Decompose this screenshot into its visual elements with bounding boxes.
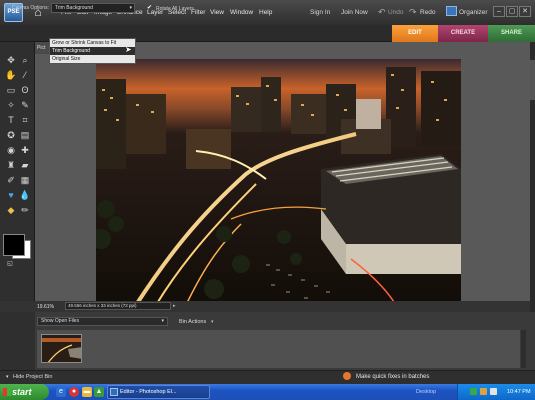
redo-icon[interactable]: ↷ <box>409 7 417 18</box>
chevron-down-icon: ▾ <box>211 319 214 325</box>
minimize-button[interactable]: – <box>493 6 505 17</box>
healing-brush-tool-icon[interactable]: ✚ <box>18 143 32 157</box>
crop-tool-icon[interactable]: ⌗ <box>18 113 32 127</box>
marquee-tool-icon[interactable]: ▭ <box>4 83 18 97</box>
menu-window[interactable]: Window <box>230 9 253 16</box>
rotate-all-layers-checkbox[interactable]: ✔ <box>147 5 154 12</box>
cookie-cutter-tool-icon[interactable]: ✪ <box>4 128 18 142</box>
document-size-info: 49.556 inches x 33 inches (72 ppi) <box>65 302 171 310</box>
sign-in-link[interactable]: Sign In <box>310 9 330 16</box>
dropdown-option-original-size[interactable]: Original Size <box>50 55 135 63</box>
bottom-bar <box>0 370 535 384</box>
zoom-tool-icon[interactable]: ⌕ <box>18 53 32 67</box>
quick-fix-icon <box>343 372 351 380</box>
chevron-right-icon[interactable]: ▸ <box>173 303 176 309</box>
blur-tool-icon[interactable]: 💧 <box>18 188 32 202</box>
project-bin-area <box>37 330 520 368</box>
ie-icon[interactable]: e <box>56 387 66 397</box>
canvas-options-label: Canvas Options: <box>12 5 49 11</box>
chevron-down-icon[interactable]: ▾ <box>6 374 9 380</box>
document-window: Pict <box>35 42 530 312</box>
quick-selection-tool-icon[interactable]: ✎ <box>18 98 32 112</box>
swap-colors-icon[interactable]: ◱ <box>3 257 17 271</box>
photoshop-icon <box>110 388 118 396</box>
hide-project-bin-button[interactable]: Hide Project Bin <box>13 374 52 380</box>
scroll-thumb[interactable] <box>530 60 535 100</box>
mouse-cursor-icon: ➤ <box>125 45 132 54</box>
magic-wand-tool-icon[interactable]: ✧ <box>4 98 18 112</box>
zoom-level[interactable]: 19.61% <box>37 304 54 310</box>
desktop-toolbar[interactable]: Desktop <box>416 389 436 395</box>
tab-create[interactable]: CREATE <box>438 25 488 42</box>
menu-view[interactable]: View <box>210 9 224 16</box>
move-tool-icon[interactable]: ✥ <box>4 53 18 67</box>
lasso-tool-icon[interactable]: ʘ <box>18 83 32 97</box>
eyedropper-tool-icon[interactable]: ⁄ <box>18 68 32 82</box>
shape-tool-icon[interactable]: ♥ <box>4 188 18 202</box>
volume-icon[interactable] <box>490 388 497 395</box>
tray-icon-1[interactable] <box>470 388 477 395</box>
straighten-tool-icon[interactable]: ▤ <box>18 128 32 142</box>
brush-tool-icon[interactable]: ✐ <box>4 173 18 187</box>
taskbar-item-editor[interactable]: Editor - Photoshop El... <box>107 385 210 399</box>
rotate-all-layers-label: Rotate All Layers <box>156 6 194 12</box>
bin-actions-button[interactable]: Bin Actions <box>179 319 206 325</box>
restore-button[interactable]: ▢ <box>506 6 518 17</box>
dropdown-option-trim-background[interactable]: Trim Background <box>50 47 135 55</box>
organizer-button[interactable]: Organizer <box>459 9 488 16</box>
tab-edit[interactable]: EDIT <box>392 25 438 42</box>
windows-taskbar <box>0 384 535 400</box>
canvas-options-select[interactable]: Trim Background ▾ <box>51 3 135 13</box>
close-button[interactable]: ✕ <box>519 6 531 17</box>
sponge-tool-icon[interactable]: ◆ <box>4 203 18 217</box>
dropdown-option-grow-shrink[interactable]: Grow or Shrink Canvas to Fit <box>50 39 135 47</box>
folder-icon[interactable]: ▬ <box>82 387 92 397</box>
hand-tool-icon[interactable]: ✋ <box>4 68 18 82</box>
clock: 10:47 PM <box>507 389 531 395</box>
canvas-options-dropdown: Grow or Shrink Canvas to Fit Trim Backgr… <box>49 38 136 64</box>
tab-share[interactable]: SHARE <box>488 25 535 42</box>
tray-icon-2[interactable] <box>480 388 487 395</box>
chevron-down-icon: ▾ <box>161 318 164 324</box>
undo-button[interactable]: Undo <box>388 9 404 16</box>
city-night-photo <box>96 59 461 305</box>
eraser-tool-icon[interactable]: ▰ <box>18 158 32 172</box>
show-open-files-label: Show Open Files <box>41 318 80 324</box>
type-tool-icon[interactable]: T <box>4 113 18 127</box>
show-open-files-select[interactable]: Show Open Files ▾ <box>37 317 168 326</box>
menu-help[interactable]: Help <box>259 9 272 16</box>
toolbox-lower-panel <box>0 312 35 370</box>
foreground-color-swatch[interactable] <box>3 234 25 256</box>
chevron-down-icon: ▾ <box>129 5 132 11</box>
join-now-link[interactable]: Join Now <box>341 9 368 16</box>
clone-stamp-tool-icon[interactable]: ♜ <box>4 158 18 172</box>
pencil-tool-icon[interactable]: ✏ <box>18 203 32 217</box>
photo-thumbnail[interactable] <box>41 334 82 363</box>
organizer-icon[interactable] <box>446 6 457 16</box>
redo-button[interactable]: Redo <box>420 9 436 16</box>
quick-launch-icon[interactable]: ▲ <box>94 387 104 397</box>
red-eye-tool-icon[interactable]: ◉ <box>4 143 18 157</box>
quick-fix-tip[interactable]: Make quick fixes in batches <box>356 374 429 380</box>
windows-logo-icon <box>3 388 11 396</box>
canvas-options-value: Trim Background <box>55 5 93 11</box>
bin-scrollbar[interactable] <box>521 330 526 368</box>
gradient-tool-icon[interactable]: ▦ <box>18 173 32 187</box>
undo-icon[interactable]: ↶ <box>378 7 386 18</box>
media-icon[interactable]: ● <box>69 387 79 397</box>
